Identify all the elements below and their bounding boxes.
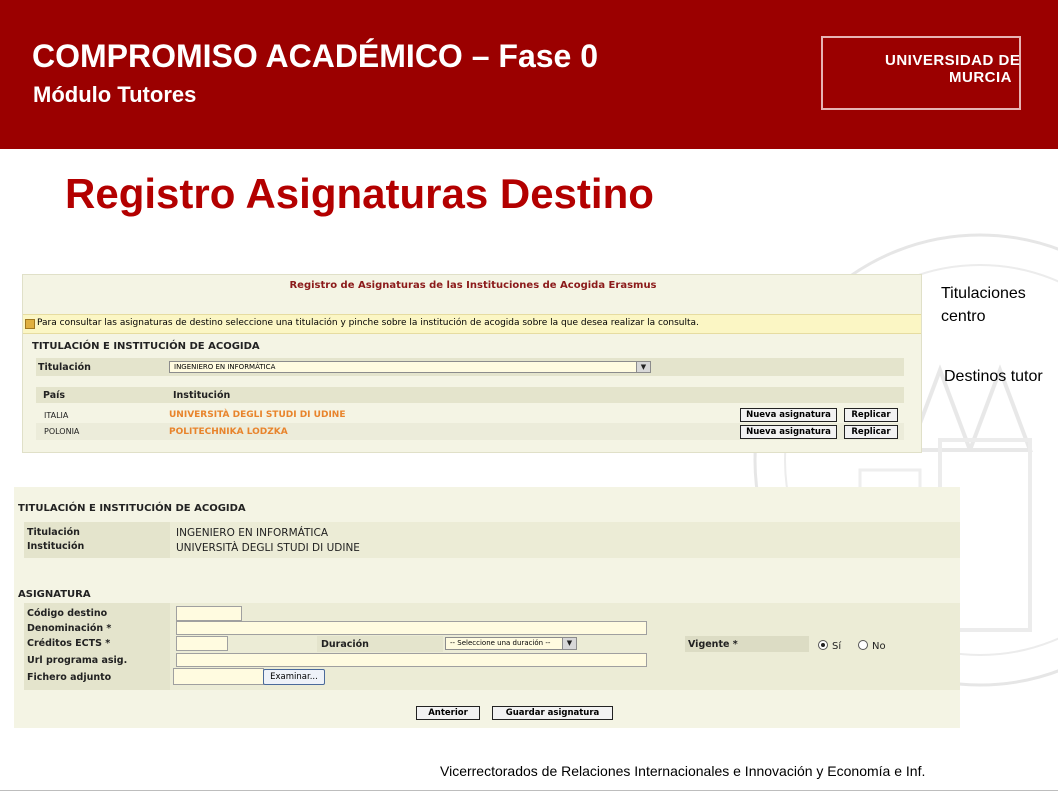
- university-logo: UNIVERSIDAD DE MURCIA: [821, 36, 1021, 110]
- fichero-label: Fichero adjunto: [27, 672, 112, 683]
- titulacion-select[interactable]: INGENIERO EN INFORMÁTICA ▼: [169, 361, 651, 373]
- header-bar: COMPROMISO ACADÉMICO – Fase 0 Módulo Tut…: [0, 0, 1058, 149]
- info-text: Para consultar las asignaturas de destin…: [37, 318, 699, 328]
- anterior-button[interactable]: Anterior: [416, 706, 480, 720]
- url-label: Url programa asig.: [27, 655, 128, 666]
- col-institucion: Institución: [173, 390, 231, 401]
- duracion-select-value: -- Seleccione una duración --: [450, 639, 551, 647]
- duracion-label: Duración: [321, 639, 369, 650]
- vigente-si-radio[interactable]: [818, 640, 828, 650]
- institutions-table-header: [36, 387, 904, 403]
- codigo-input[interactable]: [176, 606, 242, 621]
- logo-line-2: MURCIA: [949, 69, 1012, 86]
- vigente-no-label: No: [872, 641, 886, 652]
- institucion-value: UNIVERSITÀ DEGLI STUDI DI UDINE: [176, 542, 360, 554]
- institutions-panel: Registro de Asignaturas de las Instituci…: [22, 274, 922, 453]
- institucion-label: Institución: [27, 541, 85, 552]
- row-1-pais: ITALIA: [44, 411, 69, 420]
- titulacion-label: Titulación: [38, 362, 91, 373]
- asignatura-form-panel: TITULACIÓN E INSTITUCIÓN DE ACOGIDA Titu…: [14, 487, 960, 728]
- fichero-input[interactable]: [173, 668, 264, 685]
- denominacion-input[interactable]: [176, 621, 647, 635]
- url-input[interactable]: [176, 653, 647, 667]
- denominacion-label: Denominación *: [27, 623, 112, 634]
- row-1-nueva-asignatura-button[interactable]: Nueva asignatura: [740, 408, 837, 422]
- creditos-input[interactable]: [176, 636, 228, 651]
- info-banner: Para consultar las asignaturas de destin…: [23, 314, 921, 334]
- chevron-down-icon: ▼: [562, 638, 576, 649]
- header-subtitle: Módulo Tutores: [33, 82, 197, 107]
- duracion-select[interactable]: -- Seleccione una duración -- ▼: [445, 637, 577, 650]
- header-title: COMPROMISO ACADÉMICO – Fase 0: [32, 38, 599, 74]
- destinos-label: Destinos tutor: [944, 368, 1043, 385]
- creditos-label: Créditos ECTS *: [27, 638, 111, 649]
- section-heading: TITULACIÓN E INSTITUCIÓN DE ACOGIDA: [32, 341, 260, 352]
- bottom-divider: [0, 790, 1058, 791]
- row-1-replicar-button[interactable]: Replicar: [844, 408, 898, 422]
- row-2-nueva-asignatura-button[interactable]: Nueva asignatura: [740, 425, 837, 439]
- vigente-label: Vigente *: [688, 639, 738, 650]
- titulacion-select-value: INGENIERO EN INFORMÁTICA: [174, 363, 276, 371]
- footer-text: Vicerrectorados de Relaciones Internacio…: [440, 763, 926, 779]
- slide-title: Registro Asignaturas Destino: [65, 170, 654, 217]
- titulaciones-label-line2: centro: [941, 308, 986, 325]
- examinar-button[interactable]: Examinar...: [263, 669, 325, 685]
- row-2-pais: POLONIA: [44, 427, 80, 436]
- col-pais: País: [43, 390, 66, 401]
- chevron-down-icon: ▼: [636, 362, 650, 372]
- titulaciones-label-line1: Titulaciones: [941, 285, 1026, 302]
- logo-line-1: UNIVERSIDAD DE: [885, 52, 1021, 69]
- panel-title: Registro de Asignaturas de las Instituci…: [289, 280, 657, 291]
- section-heading-asignatura: ASIGNATURA: [18, 589, 91, 600]
- row-2-replicar-button[interactable]: Replicar: [844, 425, 898, 439]
- vigente-si-label: Sí: [832, 641, 842, 652]
- row-2-institucion-link[interactable]: POLITECHNIKA LODZKA: [169, 427, 288, 437]
- titulacion-label: Titulación: [27, 527, 80, 538]
- info-icon: [25, 319, 35, 329]
- guardar-asignatura-button[interactable]: Guardar asignatura: [492, 706, 613, 720]
- titulaciones-label: Titulaciones centro: [941, 282, 1026, 328]
- section-heading-titulacion: TITULACIÓN E INSTITUCIÓN DE ACOGIDA: [18, 503, 246, 514]
- row-1-institucion-link[interactable]: UNIVERSITÀ DEGLI STUDI DI UDINE: [169, 410, 345, 420]
- vigente-no-radio[interactable]: [858, 640, 868, 650]
- titulacion-value: INGENIERO EN INFORMÁTICA: [176, 527, 329, 539]
- codigo-label: Código destino: [27, 608, 108, 619]
